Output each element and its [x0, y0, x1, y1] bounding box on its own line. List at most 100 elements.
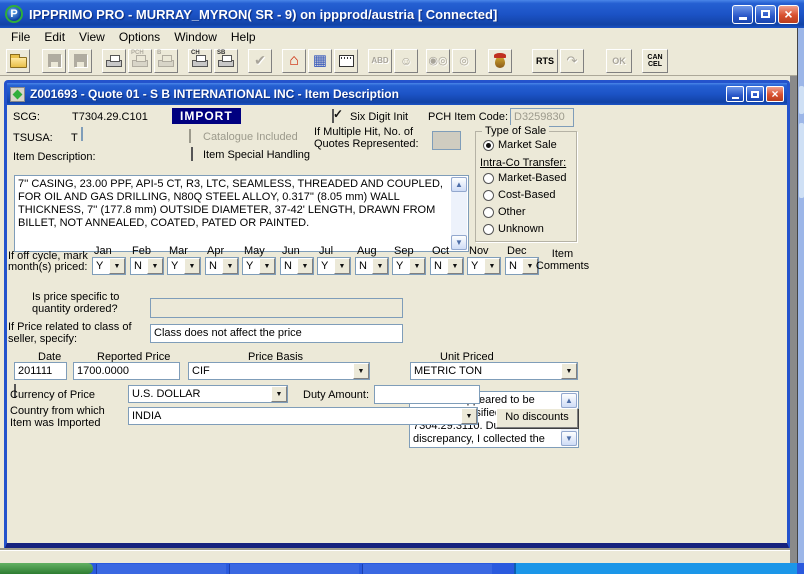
print-ch-button[interactable]: CH [188, 49, 212, 73]
minimize-button[interactable] [732, 5, 753, 24]
reported-price-input[interactable]: 1700.0000 [73, 362, 180, 380]
scg-value: T7304.29.C101 [72, 111, 148, 123]
month-jan-select[interactable]: Y▼ [92, 257, 126, 275]
form-view-button[interactable] [334, 49, 358, 73]
open-button[interactable] [6, 49, 30, 73]
acorn-button[interactable] [488, 49, 512, 73]
chevron-down-icon[interactable]: ▼ [147, 258, 163, 274]
child-maximize-button[interactable] [746, 86, 764, 102]
home-button[interactable]: ⌂ [282, 49, 306, 73]
find-abc-button-disabled: ABD [368, 49, 392, 73]
month-jun-select[interactable]: N▼ [280, 257, 314, 275]
menu-window[interactable]: Window [167, 29, 224, 45]
status-bar [0, 550, 790, 563]
item-description-textarea[interactable]: 7'' CASING, 23.00 PPF, API-5 CT, R3, LTC… [14, 175, 469, 252]
child-close-button[interactable]: × [766, 86, 784, 102]
print-icon [106, 60, 122, 67]
month-dec: Dec N▼ [505, 257, 539, 275]
chevron-down-icon[interactable]: ▼ [334, 258, 350, 274]
check-icon: ✓ [333, 107, 343, 121]
duty-amount-input[interactable] [374, 385, 480, 404]
home-icon: ⌂ [289, 53, 299, 69]
child-minimize-button[interactable] [726, 86, 744, 102]
menu-file[interactable]: File [4, 29, 37, 45]
currency-select[interactable]: U.S. DOLLAR▼ [128, 385, 288, 403]
chevron-down-icon[interactable]: ▼ [259, 258, 275, 274]
chevron-down-icon[interactable]: ▼ [353, 363, 369, 379]
no-discounts-button[interactable]: No discounts [496, 408, 578, 428]
chevron-down-icon[interactable]: ▼ [484, 258, 500, 274]
grid-button[interactable]: ▦ [308, 49, 332, 73]
month-jul: Jul Y▼ [317, 257, 351, 275]
menu-edit[interactable]: Edit [37, 29, 72, 45]
redo-arrow-icon: ↷ [567, 53, 578, 69]
unknown-option[interactable]: Unknown [483, 223, 544, 235]
class-of-seller-input[interactable]: Class does not affect the price [150, 324, 403, 343]
month-label: Dec [507, 245, 527, 257]
cancel-button[interactable]: CANCEL [642, 49, 668, 73]
month-nov-select[interactable]: Y▼ [467, 257, 501, 275]
item-special-handling-checkbox[interactable] [191, 147, 193, 161]
month-label: Jun [282, 245, 300, 257]
cost-based-option[interactable]: Cost-Based [483, 189, 555, 201]
print-sb-button[interactable]: SB [214, 49, 238, 73]
tsusa-field[interactable] [81, 127, 83, 141]
taskbar-item[interactable] [229, 564, 359, 574]
chevron-down-icon[interactable]: ▼ [297, 258, 313, 274]
taskbar-item[interactable] [362, 564, 492, 574]
month-jul-select[interactable]: Y▼ [317, 257, 351, 275]
catalogue-included-label: Catalogue Included [203, 131, 298, 143]
month-feb-select[interactable]: N▼ [130, 257, 164, 275]
chevron-down-icon[interactable]: ▼ [461, 408, 477, 424]
type-of-sale-legend: Type of Sale [482, 125, 549, 137]
background-window-edge [797, 28, 804, 563]
minimize-icon [732, 97, 739, 99]
month-mar-select[interactable]: Y▼ [167, 257, 201, 275]
start-button[interactable] [0, 563, 93, 574]
date-input[interactable]: 201111 [14, 362, 67, 380]
month-dec-select[interactable]: N▼ [505, 257, 539, 275]
close-button[interactable]: × [778, 5, 799, 24]
minimize-icon [739, 17, 747, 20]
chevron-down-icon[interactable]: ▼ [109, 258, 125, 274]
form-icon [10, 87, 25, 102]
scroll-up-icon[interactable]: ▲ [561, 393, 577, 408]
market-sale-option[interactable]: Market Sale [483, 139, 557, 151]
taskbar-item[interactable] [96, 564, 226, 574]
country-select[interactable]: INDIA▼ [128, 407, 478, 425]
close-icon: × [784, 7, 792, 21]
chevron-down-icon[interactable]: ▼ [372, 258, 388, 274]
market-based-option[interactable]: Market-Based [483, 172, 566, 184]
scroll-down-icon[interactable]: ▼ [451, 235, 467, 250]
chevron-down-icon[interactable]: ▼ [271, 386, 287, 402]
menu-options[interactable]: Options [112, 29, 167, 45]
scg-label: SCG: [13, 111, 40, 123]
scroll-down-icon[interactable]: ▼ [561, 431, 577, 446]
chevron-down-icon[interactable]: ▼ [561, 363, 577, 379]
unit-priced-select[interactable]: METRIC TON▼ [410, 362, 578, 380]
month-apr-select[interactable]: N▼ [205, 257, 239, 275]
application-window: P IPPPRIMO PRO - MURRAY_MYRON( SR - 9) o… [0, 0, 804, 574]
month-may-select[interactable]: Y▼ [242, 257, 276, 275]
month-oct-select[interactable]: N▼ [430, 257, 464, 275]
tsusa-label: TSUSA: [13, 132, 53, 144]
restore-button[interactable] [755, 5, 776, 24]
scroll-up-icon[interactable]: ▲ [451, 177, 467, 192]
six-digit-init-checkbox[interactable]: ✓ [332, 109, 334, 123]
child-window-title: Z001693 - Quote 01 - S B INTERNATIONAL I… [30, 87, 724, 101]
month-sep-select[interactable]: Y▼ [392, 257, 426, 275]
rts-button[interactable]: RTS [532, 49, 558, 73]
other-option[interactable]: Other [483, 206, 526, 218]
price-basis-select[interactable]: CIF▼ [188, 362, 370, 380]
scrollbar[interactable]: ▲ ▼ [451, 177, 467, 250]
chevron-down-icon[interactable]: ▼ [222, 258, 238, 274]
menu-view[interactable]: View [72, 29, 112, 45]
chevron-down-icon[interactable]: ▼ [447, 258, 463, 274]
chevron-down-icon[interactable]: ▼ [184, 258, 200, 274]
class-of-seller-label-2: seller, specify: [8, 333, 77, 345]
chevron-down-icon[interactable]: ▼ [409, 258, 425, 274]
menu-help[interactable]: Help [224, 29, 263, 45]
close-icon: × [771, 88, 778, 100]
month-aug-select[interactable]: N▼ [355, 257, 389, 275]
print-button[interactable] [102, 49, 126, 73]
